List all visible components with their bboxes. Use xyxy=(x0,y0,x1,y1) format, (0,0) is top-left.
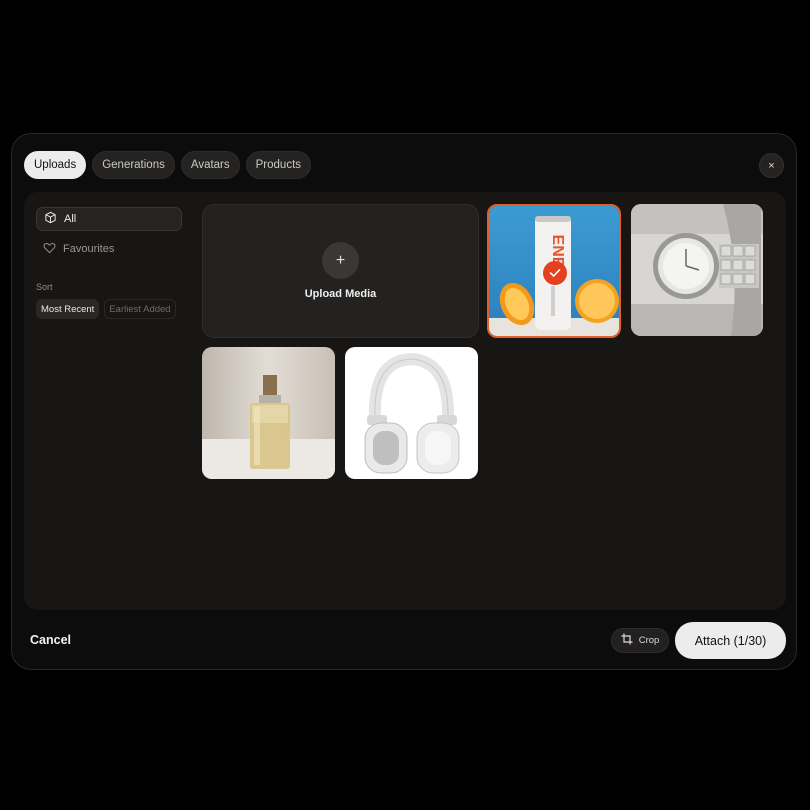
tab-generations[interactable]: Generations xyxy=(92,151,175,179)
plus-icon: + xyxy=(322,242,359,279)
check-icon xyxy=(543,261,567,285)
cube-icon xyxy=(44,211,57,227)
sidebar-item-label: All xyxy=(64,213,77,225)
sidebar-item-label: Favourites xyxy=(63,243,115,255)
media-item-wristwatch[interactable] xyxy=(631,204,763,336)
attach-button[interactable]: Attach (1/30) xyxy=(675,622,786,659)
media-item-energy-drink[interactable]: ENE xyxy=(487,204,621,338)
crop-button[interactable]: Crop xyxy=(611,628,669,653)
media-picker-modal: Uploads Generations Avatars Products × A… xyxy=(11,133,797,670)
headphones-image xyxy=(345,347,478,479)
sidebar-item-favourites[interactable]: Favourites xyxy=(36,237,182,261)
sort-most-recent[interactable]: Most Recent xyxy=(36,299,100,319)
tab-uploads[interactable]: Uploads xyxy=(24,151,87,179)
heart-icon xyxy=(43,242,56,257)
sort-earliest-added[interactable]: Earliest Added xyxy=(104,299,176,319)
upload-media-tile[interactable]: + Upload Media xyxy=(202,204,479,338)
crop-icon xyxy=(621,633,633,648)
upload-media-label: Upload Media xyxy=(304,288,377,300)
tab-products[interactable]: Products xyxy=(245,151,312,179)
tab-bar: Uploads Generations Avatars Products xyxy=(24,151,312,179)
close-button[interactable]: × xyxy=(759,153,784,178)
media-item-perfume[interactable] xyxy=(202,347,335,479)
cancel-button[interactable]: Cancel xyxy=(30,633,71,647)
sort-label: Sort xyxy=(36,282,53,292)
sidebar-item-all[interactable]: All xyxy=(36,207,182,231)
media-panel: All Favourites Sort Most Recent Earliest… xyxy=(24,192,786,610)
sort-options: Most Recent Earliest Added xyxy=(36,299,176,319)
tab-avatars[interactable]: Avatars xyxy=(180,151,240,179)
perfume-image xyxy=(202,347,335,479)
close-icon: × xyxy=(768,159,775,172)
media-item-headphones[interactable] xyxy=(345,347,478,479)
wristwatch-image xyxy=(631,204,763,336)
crop-label: Crop xyxy=(638,635,660,646)
